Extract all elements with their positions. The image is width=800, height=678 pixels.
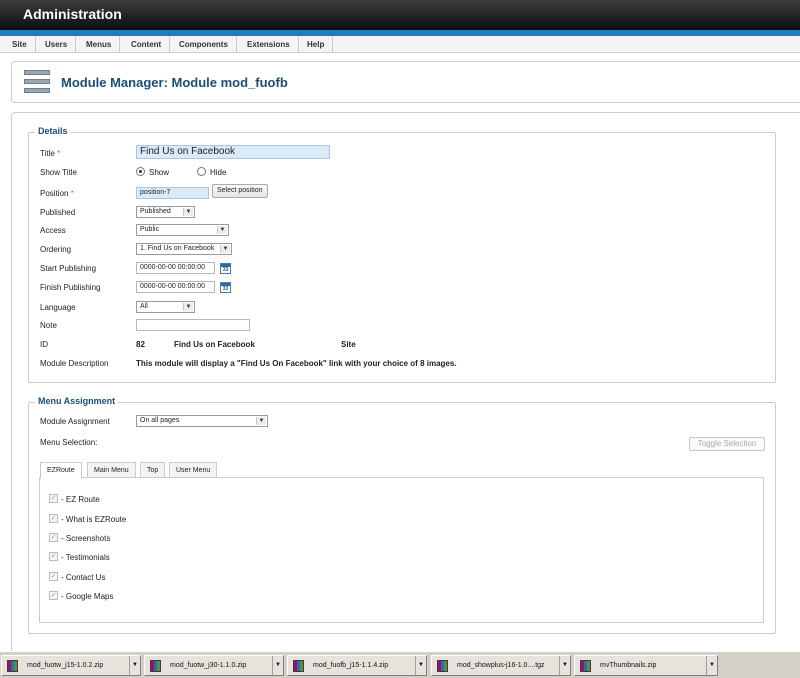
access-select[interactable]: Public ▼	[136, 224, 229, 236]
chevron-down-icon[interactable]: ▼	[418, 656, 424, 675]
download-item[interactable]: mvThumbnails.zip ▼	[574, 655, 718, 676]
id-module-name: Find Us on Facebook	[174, 340, 255, 349]
module-description-value: This module will display a "Find Us On F…	[136, 359, 457, 368]
menu-item-checkbox[interactable]: ✓	[49, 572, 58, 581]
note-label: Note	[40, 321, 57, 330]
menu-components[interactable]: Components	[171, 36, 237, 53]
chevron-down-icon: ▼	[183, 208, 193, 216]
chevron-down-icon: ▼	[220, 245, 230, 253]
published-select[interactable]: Published ▼	[136, 206, 195, 218]
tab-ezroute[interactable]: EZRoute	[40, 462, 82, 479]
chevron-down-icon[interactable]: ▼	[562, 656, 568, 675]
archive-icon	[293, 660, 304, 672]
finish-publishing-label: Finish Publishing	[40, 283, 101, 292]
module-manager-icon	[24, 69, 50, 95]
module-description-label: Module Description	[40, 359, 109, 368]
archive-icon	[150, 660, 161, 672]
download-bar: mod_fuotw_j15-1.0.2.zip ▼ mod_fuotw_j30-1…	[0, 651, 800, 678]
chevron-down-icon[interactable]: ▼	[132, 656, 138, 675]
menu-item-checkbox[interactable]: ✓	[49, 552, 58, 561]
id-client: Site	[341, 340, 356, 349]
menu-site[interactable]: Site	[4, 36, 36, 53]
ordering-label: Ordering	[40, 245, 72, 254]
page-header: Module Manager: Module mod_fuofb	[11, 61, 800, 103]
menu-item-label: - Contact Us	[61, 573, 106, 582]
start-publishing-input[interactable]: 0000-00-00 00:00:00	[136, 262, 215, 274]
chevron-down-icon: ▼	[256, 417, 266, 425]
menu-item-label: - Google Maps	[61, 592, 114, 601]
access-label: Access	[40, 226, 66, 235]
tab-main-menu[interactable]: Main Menu	[87, 462, 136, 478]
position-label: Position *	[40, 189, 74, 198]
details-legend: Details	[35, 126, 71, 136]
show-title-show-radio[interactable]	[136, 167, 145, 176]
archive-icon	[7, 660, 18, 672]
module-assignment-label: Module Assignment	[40, 417, 110, 426]
menu-item-checkbox[interactable]: ✓	[49, 533, 58, 542]
menu-item-label: - Testimonials	[61, 553, 110, 562]
module-assignment-select[interactable]: On all pages ▼	[136, 415, 268, 427]
hide-option-label: Hide	[210, 168, 227, 177]
menu-content[interactable]: Content	[123, 36, 171, 53]
tab-user-menu[interactable]: User Menu	[169, 462, 218, 478]
download-item[interactable]: mod_fuotw_j30-1.1.0.zip ▼	[144, 655, 284, 676]
id-label: ID	[40, 340, 48, 349]
tab-top[interactable]: Top	[140, 462, 166, 478]
menu-assignment-legend: Menu Assignment	[35, 396, 119, 406]
position-input[interactable]: position-7	[136, 187, 209, 199]
menu-item-label: - Screenshots	[61, 534, 111, 543]
admin-header: Administration	[0, 0, 800, 30]
menu-extensions[interactable]: Extensions	[239, 36, 299, 53]
tab-panel	[39, 477, 764, 623]
menu-selection-label: Menu Selection:	[40, 438, 98, 447]
archive-icon	[437, 660, 448, 672]
menu-item-label: - What is EZRoute	[61, 515, 127, 524]
page-title: Module Manager: Module mod_fuofb	[61, 75, 288, 90]
main-menu: Site Users Menus Content Components Exte…	[0, 36, 800, 53]
title-label: Title *	[40, 149, 61, 158]
menu-item-checkbox[interactable]: ✓	[49, 591, 58, 600]
chevron-down-icon[interactable]: ▼	[275, 656, 281, 675]
ordering-select[interactable]: 1. Find Us on Facebook ▼	[136, 243, 232, 255]
start-publishing-label: Start Publishing	[40, 264, 97, 273]
menu-item-label: - EZ Route	[61, 495, 100, 504]
published-label: Published	[40, 208, 76, 217]
chevron-down-icon: ▼	[217, 226, 227, 234]
id-value: 82	[136, 340, 145, 349]
select-position-button[interactable]: Select position	[212, 184, 268, 198]
menu-menus[interactable]: Menus	[78, 36, 121, 53]
finish-publishing-input[interactable]: 0000-00-00 00:00:00	[136, 281, 215, 293]
admin-title: Administration	[23, 6, 122, 22]
title-input[interactable]: Find Us on Facebook	[136, 145, 330, 159]
show-title-hide-radio[interactable]	[197, 167, 206, 176]
chevron-down-icon[interactable]: ▼	[709, 656, 715, 675]
calendar-icon[interactable]: 33	[220, 263, 231, 274]
details-fieldset: Details Title * Find Us on Facebook Show…	[28, 126, 776, 383]
language-select[interactable]: All ▼	[136, 301, 195, 313]
toggle-selection-button[interactable]: Toggle Selection	[689, 437, 765, 451]
show-title-label: Show Title	[40, 168, 77, 177]
calendar-icon[interactable]: 33	[220, 282, 231, 293]
note-input[interactable]	[136, 319, 250, 331]
menu-item-checkbox[interactable]: ✓	[49, 514, 58, 523]
menu-help[interactable]: Help	[299, 36, 334, 53]
menu-item-checkbox[interactable]: ✓	[49, 494, 58, 503]
download-item[interactable]: mod_showplus-j16-1.0....tgz ▼	[431, 655, 571, 676]
chevron-down-icon: ▼	[183, 303, 193, 311]
show-option-label: Show	[149, 168, 170, 177]
download-item[interactable]: mod_fuotw_j15-1.0.2.zip ▼	[1, 655, 141, 676]
language-label: Language	[40, 303, 76, 312]
menu-users[interactable]: Users	[37, 36, 77, 53]
archive-icon	[580, 660, 591, 672]
download-item[interactable]: mod_fuofb_j15-1.1.4.zip ▼	[287, 655, 427, 676]
